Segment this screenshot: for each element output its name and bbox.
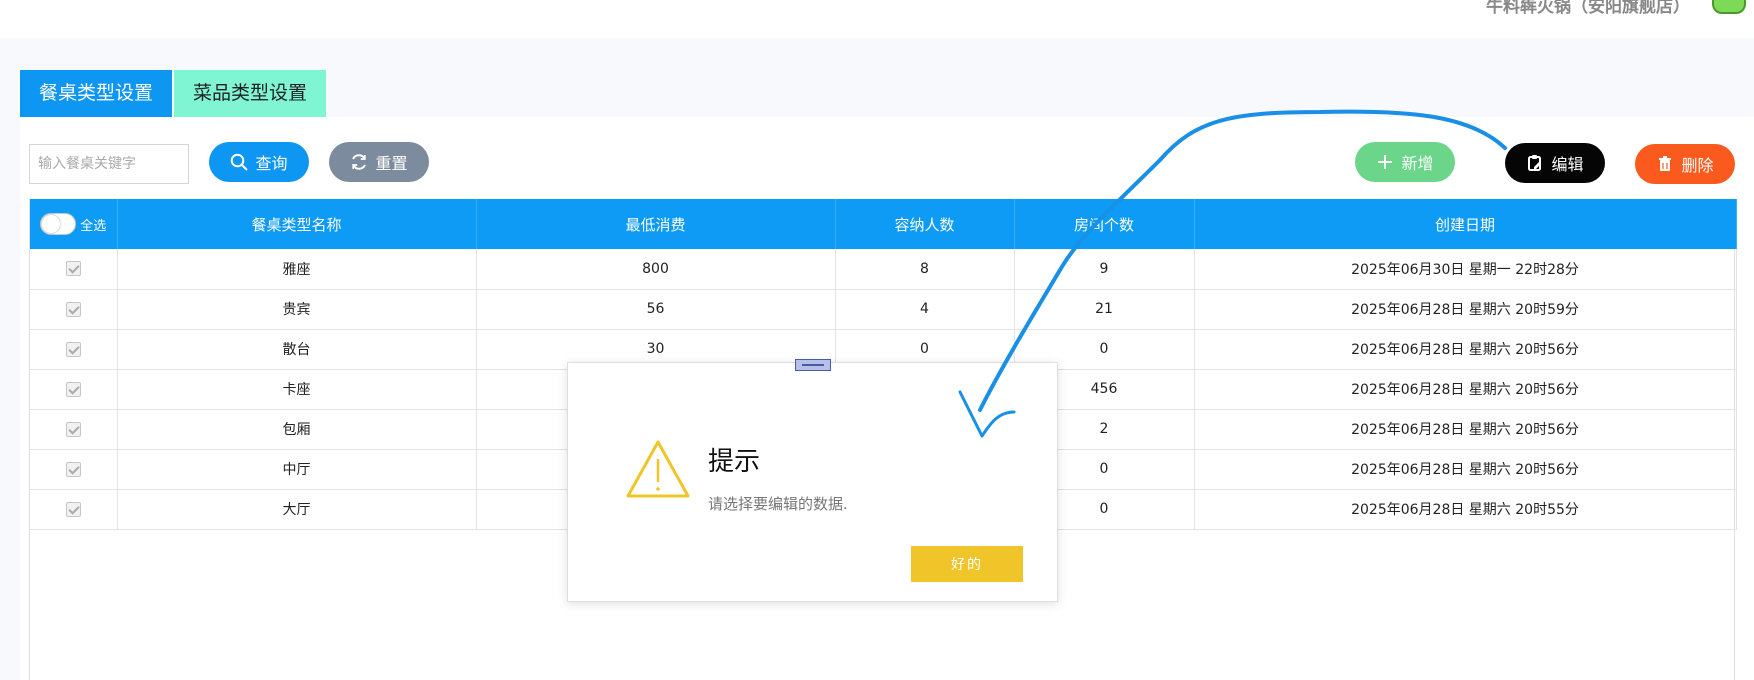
cell-name: 散台: [117, 329, 477, 370]
select-all-header[interactable]: 全选: [30, 199, 118, 249]
edit-button-label: 编辑: [1551, 155, 1584, 174]
reset-button-label: 重置: [375, 154, 408, 173]
cell-room-count: 21: [1014, 289, 1195, 330]
table-header-row: 全选 餐桌类型名称 最低消费 容纳人数 房间个数 创建日期: [30, 199, 1737, 249]
column-header-capacity: 容纳人数: [835, 199, 1015, 249]
delete-button-label: 删除: [1681, 156, 1714, 175]
delete-button[interactable]: 删除: [1635, 144, 1735, 184]
warning-icon: [626, 440, 690, 498]
avatar[interactable]: [1712, 0, 1746, 14]
refresh-icon: [352, 154, 367, 170]
search-input[interactable]: [29, 144, 189, 184]
column-header-room-count: 房间个数: [1014, 199, 1195, 249]
search-icon: [231, 153, 248, 171]
cell-created-date: 2025年06月30日 星期一 22时28分: [1194, 249, 1737, 290]
cell-capacity: 8: [835, 249, 1015, 290]
plus-icon: [1378, 155, 1393, 169]
row-checkbox[interactable]: [65, 461, 81, 477]
edit-button[interactable]: 编辑: [1505, 143, 1605, 183]
cell-min-spend: 56: [476, 289, 836, 330]
top-bar: 牛料犇火锅（安阳旗舰店）: [0, 0, 1754, 38]
query-button[interactable]: 查询: [209, 142, 309, 182]
column-header-min-spend: 最低消费: [476, 199, 836, 249]
row-checkbox[interactable]: [65, 421, 81, 437]
add-button-label: 新增: [1401, 154, 1434, 173]
cell-name: 包厢: [117, 409, 477, 450]
cell-name: 中厅: [117, 449, 477, 490]
cell-created-date: 2025年06月28日 星期六 20时56分: [1194, 329, 1737, 370]
shop-name: 牛料犇火锅（安阳旗舰店）: [1486, 0, 1690, 17]
cell-created-date: 2025年06月28日 星期六 20时56分: [1194, 369, 1737, 410]
table-row[interactable]: 雅座 800 8 9 2025年06月30日 星期一 22时28分: [30, 249, 1737, 290]
ok-button[interactable]: 好的: [911, 546, 1023, 582]
cell-capacity: 4: [835, 289, 1015, 330]
clipboard-edit-icon: [1528, 155, 1542, 171]
alert-dialog: 提示 请选择要编辑的数据. 好的: [567, 359, 1058, 602]
cell-created-date: 2025年06月28日 星期六 20时59分: [1194, 289, 1737, 330]
cell-name: 贵宾: [117, 289, 477, 330]
table-row[interactable]: 贵宾 56 4 21 2025年06月28日 星期六 20时59分: [30, 289, 1737, 330]
select-all-toggle[interactable]: [40, 213, 77, 235]
row-checkbox[interactable]: [65, 301, 81, 317]
column-header-created-date: 创建日期: [1194, 199, 1737, 249]
cell-min-spend: 800: [476, 249, 836, 290]
cell-room-count: 9: [1014, 249, 1195, 290]
tab-table-type-settings[interactable]: 餐桌类型设置: [20, 70, 173, 117]
row-checkbox[interactable]: [65, 381, 81, 397]
row-checkbox[interactable]: [65, 341, 81, 357]
row-checkbox[interactable]: [65, 261, 81, 277]
column-header-name: 餐桌类型名称: [117, 199, 477, 249]
tab-dish-type-settings[interactable]: 菜品类型设置: [174, 70, 327, 117]
cell-created-date: 2025年06月28日 星期六 20时56分: [1194, 409, 1737, 450]
row-checkbox[interactable]: [65, 501, 81, 517]
dialog-title: 提示: [708, 447, 761, 477]
cell-name: 卡座: [117, 369, 477, 410]
dialog-message: 请选择要编辑的数据.: [708, 495, 848, 513]
cell-name: 大厅: [117, 489, 477, 530]
dialog-drag-handle[interactable]: [795, 359, 831, 371]
tab-bar: 餐桌类型设置 菜品类型设置: [20, 70, 327, 117]
reset-button[interactable]: 重置: [329, 142, 429, 182]
add-button[interactable]: 新增: [1355, 142, 1455, 182]
cell-created-date: 2025年06月28日 星期六 20时56分: [1194, 449, 1737, 490]
cell-created-date: 2025年06月28日 星期六 20时55分: [1194, 489, 1737, 530]
query-button-label: 查询: [255, 154, 288, 173]
select-all-label: 全选: [80, 218, 107, 234]
cell-name: 雅座: [117, 249, 477, 290]
trash-icon: [1659, 156, 1672, 171]
